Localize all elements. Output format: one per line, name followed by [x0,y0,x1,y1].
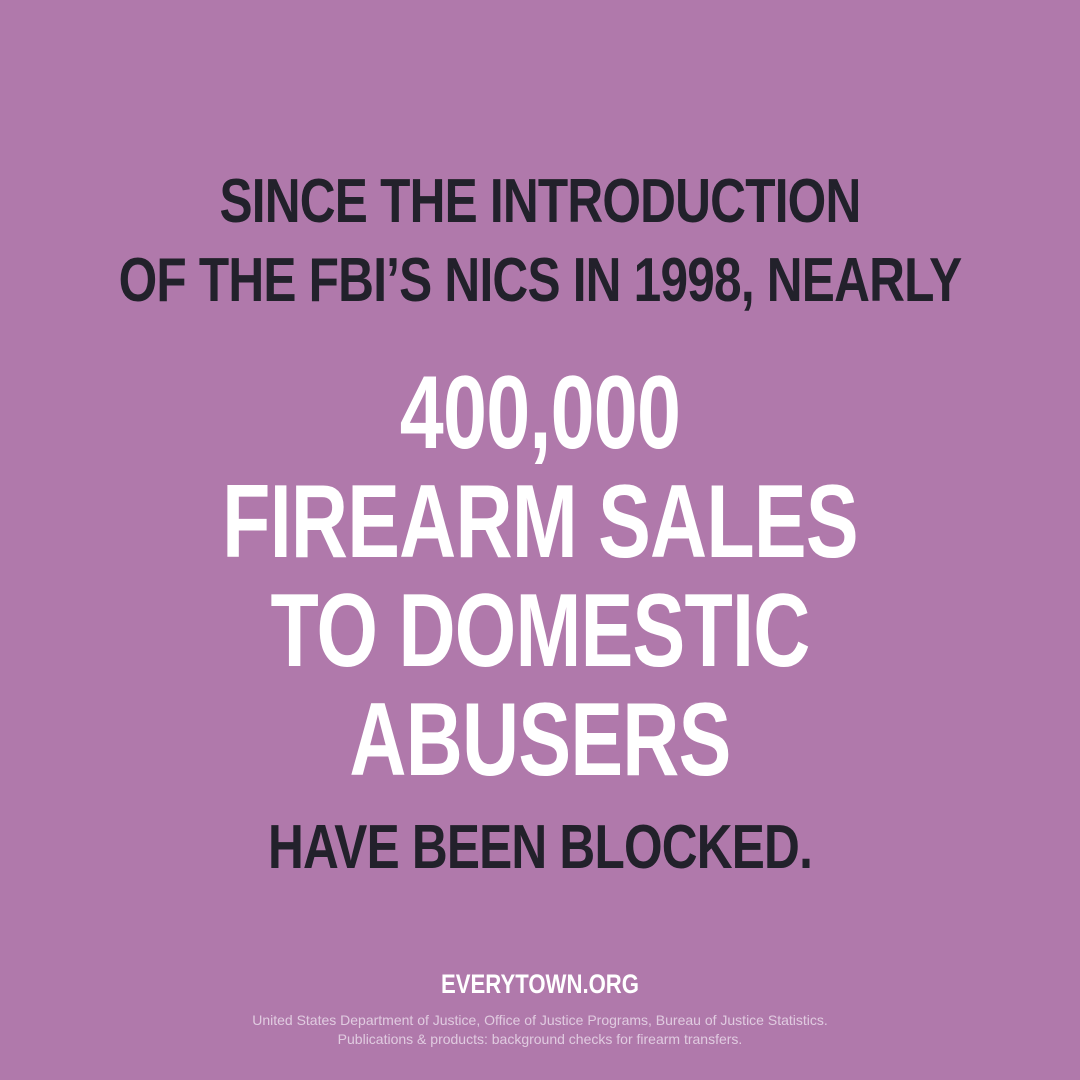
closing-line: HAVE BEEN BLOCKED. [267,813,813,882]
intro-line-1: SINCE THE INTRODUCTION [219,167,862,236]
source-citation-line-1: United States Department of Justice, Off… [252,1012,828,1028]
highlight-line-2: FIREARM SALES [222,464,858,580]
highlight-line-3: TO DOMESTIC [270,573,810,689]
website-link[interactable]: EVERYTOWN.ORG [97,969,983,1000]
highlight-number: 400,000 [399,355,681,471]
source-citation-line-2: Publications & products: background chec… [337,1031,743,1047]
intro-line-2: OF THE FBI’S NICS IN 1998, NEARLY [118,246,963,315]
highlight-line-4: ABUSERS [349,682,731,798]
poster: SINCE THE INTRODUCTION OF THE FBI’S NICS… [0,0,1080,1080]
